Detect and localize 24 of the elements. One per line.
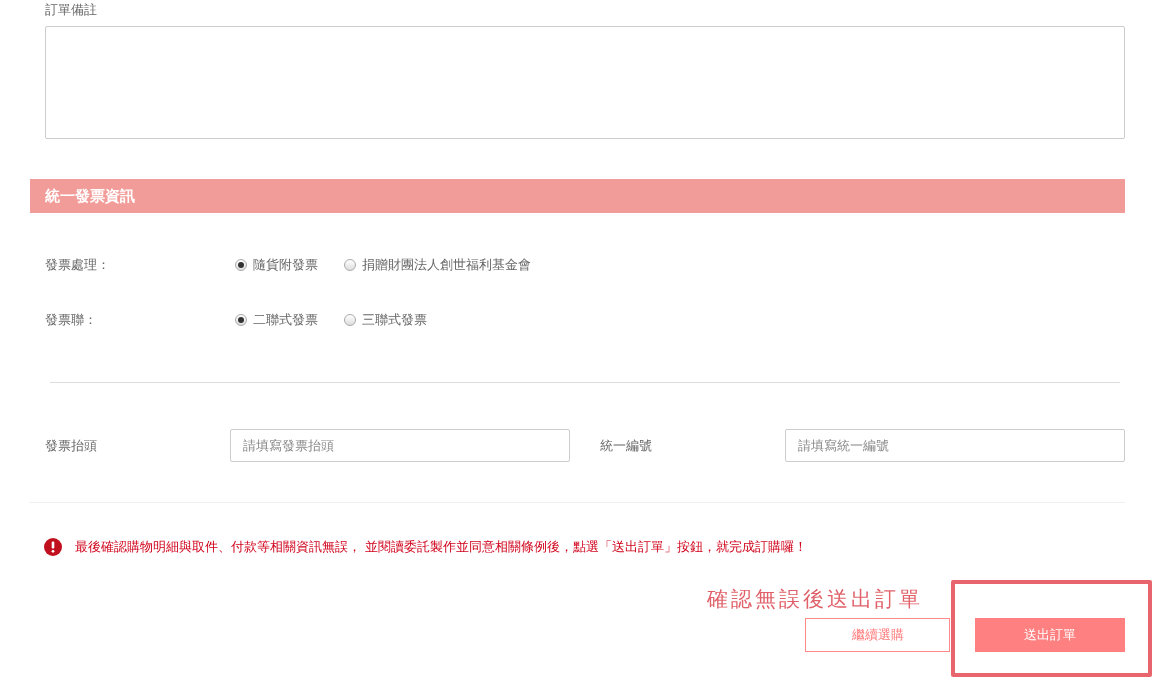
option-label: 隨貨附發票	[253, 256, 318, 274]
field-label: 統一編號	[600, 436, 653, 455]
input-field[interactable]: 請填寫發票抬頭	[230, 429, 570, 462]
warning-icon	[44, 538, 62, 556]
option-label: 捐贈財團法人創世福利基金會	[362, 256, 531, 274]
radio-button[interactable]	[344, 259, 356, 271]
field-label: 發票處理：	[45, 256, 111, 274]
annotation-text: 確認無誤後送出訂單	[707, 586, 923, 612]
radio-button[interactable]	[344, 314, 356, 326]
radio-option[interactable]: 二聯式發票	[235, 310, 318, 330]
option-label: 二聯式發票	[253, 311, 318, 329]
radio-option[interactable]: 捐贈財團法人創世福利基金會	[344, 255, 531, 275]
input-field[interactable]: 請填寫統一編號	[785, 429, 1125, 462]
radio-option[interactable]: 三聯式發票	[344, 310, 427, 330]
field-label: 發票抬頭	[45, 436, 98, 455]
option-label: 三聯式發票	[362, 311, 427, 329]
field-label: 訂單備註	[44, 1, 98, 19]
radio-button[interactable]	[235, 259, 247, 271]
radio-button[interactable]	[235, 314, 247, 326]
section-header: 統一發票資訊	[30, 179, 1125, 213]
field-label: 發票聯：	[45, 311, 98, 329]
radio-option[interactable]: 隨貨附發票	[235, 255, 318, 275]
notice-text: 最後確認購物明細與取件、付款等相關資訊無誤， 並閱讀委託製作並同意相關條例後，點選「送出訂單」按鈕，就完成訂購囉！	[75, 538, 808, 556]
remarks-field[interactable]	[45, 26, 1125, 139]
